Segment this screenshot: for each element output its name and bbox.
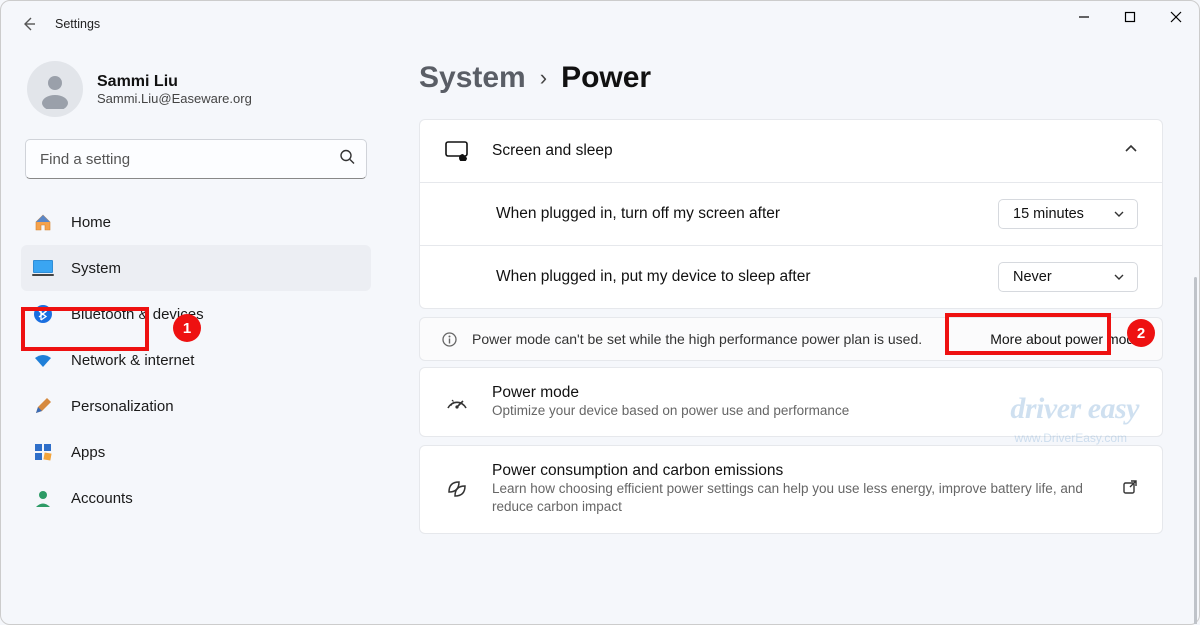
network-icon xyxy=(31,348,55,372)
sidebar-item-home[interactable]: Home xyxy=(21,199,371,245)
sleep-after-dropdown[interactable]: Never xyxy=(998,262,1138,292)
close-button[interactable] xyxy=(1153,1,1199,33)
avatar xyxy=(27,61,83,117)
power-mode-card[interactable]: Power mode Optimize your device based on… xyxy=(419,367,1163,437)
accounts-icon xyxy=(31,486,55,510)
sidebar-item-personalization[interactable]: Personalization xyxy=(21,383,371,429)
sidebar-item-label: Network & internet xyxy=(71,352,194,369)
sleep-after-row: When plugged in, put my device to sleep … xyxy=(420,245,1162,308)
breadcrumb-current: Power xyxy=(561,61,651,95)
power-mode-title: Power mode xyxy=(492,384,1138,402)
external-link-icon xyxy=(1122,479,1138,500)
carbon-title: Power consumption and carbon emissions xyxy=(492,462,1100,480)
sidebar-item-label: System xyxy=(71,260,121,277)
screen-off-label: When plugged in, turn off my screen afte… xyxy=(496,205,780,223)
breadcrumb: System › Power xyxy=(419,61,1163,95)
user-email: Sammi.Liu@Easeware.org xyxy=(97,91,252,106)
leaf-icon xyxy=(444,476,470,502)
power-mode-infobar: Power mode can't be set while the high p… xyxy=(419,317,1163,361)
chevron-right-icon: › xyxy=(540,65,547,91)
back-button[interactable] xyxy=(15,10,43,38)
minimize-button[interactable] xyxy=(1061,1,1107,33)
user-name: Sammi Liu xyxy=(97,73,252,91)
sidebar-item-label: Accounts xyxy=(71,490,133,507)
home-icon xyxy=(31,210,55,234)
sidebar-item-label: Personalization xyxy=(71,398,174,415)
bluetooth-icon xyxy=(31,302,55,326)
sidebar-item-system[interactable]: System xyxy=(21,245,371,291)
sidebar-item-label: Home xyxy=(71,214,111,231)
carbon-subtitle: Learn how choosing efficient power setti… xyxy=(492,480,1100,516)
sidebar-item-bluetooth[interactable]: Bluetooth & devices xyxy=(21,291,371,337)
more-about-power-mode-link[interactable]: More about power mode xyxy=(990,331,1142,347)
infobar-text: Power mode can't be set while the high p… xyxy=(472,331,922,347)
scrollbar[interactable] xyxy=(1194,277,1197,624)
gauge-icon xyxy=(444,389,470,415)
screen-and-sleep-header[interactable]: Screen and sleep xyxy=(420,120,1162,182)
screen-off-dropdown[interactable]: 15 minutes xyxy=(998,199,1138,229)
screen-off-value: 15 minutes xyxy=(1013,206,1084,222)
screen-sleep-icon xyxy=(444,138,470,164)
breadcrumb-parent[interactable]: System xyxy=(419,61,526,95)
sidebar-item-label: Bluetooth & devices xyxy=(71,306,204,323)
chevron-up-icon xyxy=(1124,142,1138,161)
sleep-after-label: When plugged in, put my device to sleep … xyxy=(496,268,811,286)
sidebar-item-network[interactable]: Network & internet xyxy=(21,337,371,383)
sidebar-nav: Home System Bluetooth & devices Network … xyxy=(21,199,371,521)
sidebar-item-accounts[interactable]: Accounts xyxy=(21,475,371,521)
sleep-after-value: Never xyxy=(1013,269,1052,285)
screen-off-row: When plugged in, turn off my screen afte… xyxy=(420,182,1162,245)
screen-sleep-title: Screen and sleep xyxy=(492,142,1102,160)
system-icon xyxy=(31,256,55,280)
power-mode-subtitle: Optimize your device based on power use … xyxy=(492,402,1138,420)
chevron-down-icon xyxy=(1113,271,1125,283)
chevron-down-icon xyxy=(1113,208,1125,220)
screen-and-sleep-card: Screen and sleep When plugged in, turn o… xyxy=(419,119,1163,309)
search-icon xyxy=(339,149,355,170)
search-input[interactable] xyxy=(25,139,367,179)
info-icon xyxy=(440,330,458,348)
personalization-icon xyxy=(31,394,55,418)
window-title: Settings xyxy=(55,17,100,31)
maximize-button[interactable] xyxy=(1107,1,1153,33)
sidebar-item-label: Apps xyxy=(71,444,105,461)
carbon-card[interactable]: Power consumption and carbon emissions L… xyxy=(419,445,1163,533)
profile-block[interactable]: Sammi Liu Sammi.Liu@Easeware.org xyxy=(27,61,371,117)
apps-icon xyxy=(31,440,55,464)
sidebar-item-apps[interactable]: Apps xyxy=(21,429,371,475)
